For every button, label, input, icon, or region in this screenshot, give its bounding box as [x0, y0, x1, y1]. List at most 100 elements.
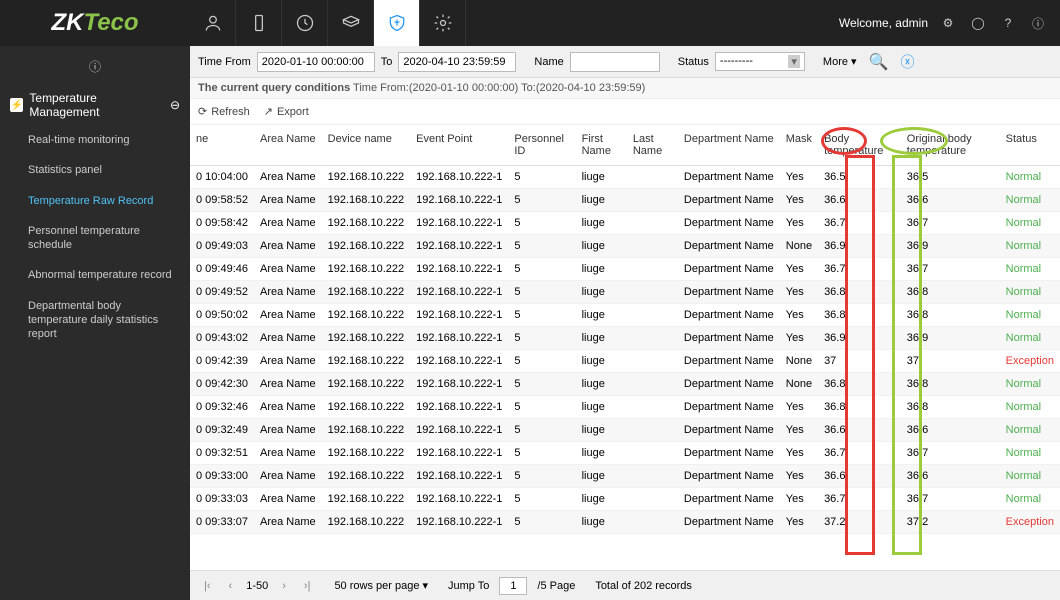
col-header-3[interactable]: Event Point: [410, 125, 508, 166]
cell: [627, 189, 678, 212]
cell: 5: [508, 304, 575, 327]
sidebar-collapse-icon[interactable]: ⓘ: [0, 54, 190, 85]
cell: None: [780, 350, 818, 373]
table-row[interactable]: 0 09:32:51Area Name192.168.10.222192.168…: [190, 442, 1060, 465]
table-row[interactable]: 0 09:49:52Area Name192.168.10.222192.168…: [190, 281, 1060, 304]
more-button[interactable]: More ▾: [823, 55, 857, 68]
cell: Normal: [1000, 166, 1060, 189]
next-page-button[interactable]: ›: [278, 580, 290, 592]
gear-icon[interactable]: ⚙: [938, 13, 958, 33]
cell: Yes: [780, 419, 818, 442]
rows-per-page-select[interactable]: 50 rows per page ▾: [334, 579, 428, 592]
cell: 192.168.10.222-1: [410, 235, 508, 258]
col-header-8[interactable]: Mask: [780, 125, 818, 166]
cell: 5: [508, 350, 575, 373]
cell: 5: [508, 189, 575, 212]
table-row[interactable]: 0 09:33:00Area Name192.168.10.222192.168…: [190, 465, 1060, 488]
col-header-9[interactable]: Body temperature: [818, 125, 901, 166]
cell: 192.168.10.222: [322, 488, 410, 511]
nav-shield-icon[interactable]: [374, 0, 420, 46]
cell: 36.8: [901, 304, 1000, 327]
clear-icon[interactable]: ⓧ: [900, 52, 914, 72]
prev-page-button[interactable]: ‹: [225, 580, 237, 592]
sidebar-item-4[interactable]: Abnormal temperature record: [0, 260, 190, 290]
user-icon[interactable]: ◯: [968, 13, 988, 33]
col-header-6[interactable]: Last Name: [627, 125, 678, 166]
cell: liuge: [576, 511, 627, 534]
page-range: 1-50: [246, 580, 268, 592]
table-row[interactable]: 0 09:49:03Area Name192.168.10.222192.168…: [190, 235, 1060, 258]
table-row[interactable]: 0 09:33:03Area Name192.168.10.222192.168…: [190, 488, 1060, 511]
first-page-button[interactable]: |‹: [200, 580, 215, 592]
sidebar-item-1[interactable]: Statistics panel: [0, 155, 190, 185]
cell: 36.9: [901, 235, 1000, 258]
table-container[interactable]: neArea NameDevice nameEvent PointPersonn…: [190, 125, 1060, 570]
collapse-toggle-icon[interactable]: ⊖: [170, 98, 180, 112]
cell: Department Name: [678, 442, 780, 465]
cell: 192.168.10.222-1: [410, 166, 508, 189]
sidebar-section-title[interactable]: ⚡ Temperature Management ⊖: [0, 85, 190, 125]
col-header-1[interactable]: Area Name: [254, 125, 322, 166]
col-header-5[interactable]: First Name: [576, 125, 627, 166]
cell: Yes: [780, 327, 818, 350]
jump-to-input[interactable]: [499, 577, 527, 595]
cell: 36.5: [818, 166, 901, 189]
cell: Department Name: [678, 258, 780, 281]
cell: liuge: [576, 327, 627, 350]
sidebar-item-2[interactable]: Temperature Raw Record: [0, 186, 190, 216]
col-header-0[interactable]: ne: [190, 125, 254, 166]
cell: 36.6: [818, 419, 901, 442]
status-select[interactable]: ---------▾: [715, 52, 805, 71]
table-row[interactable]: 0 09:58:52Area Name192.168.10.222192.168…: [190, 189, 1060, 212]
sidebar-item-3[interactable]: Personnel temperature schedule: [0, 216, 190, 261]
table-row[interactable]: 0 09:32:46Area Name192.168.10.222192.168…: [190, 396, 1060, 419]
table-row[interactable]: 0 09:42:39Area Name192.168.10.222192.168…: [190, 350, 1060, 373]
help-icon[interactable]: ?: [998, 13, 1018, 33]
nav-card-icon[interactable]: [328, 0, 374, 46]
refresh-button[interactable]: ⟳Refresh: [198, 105, 250, 118]
table-row[interactable]: 0 09:43:02Area Name192.168.10.222192.168…: [190, 327, 1060, 350]
cell: Normal: [1000, 465, 1060, 488]
col-header-4[interactable]: Personnel ID: [508, 125, 575, 166]
last-page-button[interactable]: ›|: [300, 580, 315, 592]
nav-personnel-icon[interactable]: [190, 0, 236, 46]
table-row[interactable]: 0 10:04:00Area Name192.168.10.222192.168…: [190, 166, 1060, 189]
info-icon[interactable]: ⓘ: [1028, 13, 1048, 33]
nav-device-icon[interactable]: [236, 0, 282, 46]
cell: [627, 235, 678, 258]
cell: 0 09:58:42: [190, 212, 254, 235]
cell: Department Name: [678, 511, 780, 534]
cell: 0 09:32:46: [190, 396, 254, 419]
col-header-7[interactable]: Department Name: [678, 125, 780, 166]
cell: Yes: [780, 488, 818, 511]
query-conditions: The current query conditions Time From:(…: [190, 78, 1060, 99]
col-header-2[interactable]: Device name: [322, 125, 410, 166]
table-row[interactable]: 0 09:32:49Area Name192.168.10.222192.168…: [190, 419, 1060, 442]
cell: liuge: [576, 442, 627, 465]
table-row[interactable]: 0 09:33:07Area Name192.168.10.222192.168…: [190, 511, 1060, 534]
col-header-10[interactable]: Original body temperature: [901, 125, 1000, 166]
table-row[interactable]: 0 09:58:42Area Name192.168.10.222192.168…: [190, 212, 1060, 235]
search-icon[interactable]: 🔍: [869, 52, 889, 72]
cell: 37.2: [901, 511, 1000, 534]
name-input[interactable]: [570, 52, 660, 72]
cell: 0 09:33:00: [190, 465, 254, 488]
cell: 192.168.10.222: [322, 212, 410, 235]
sidebar-item-5[interactable]: Departmental body temperature daily stat…: [0, 291, 190, 350]
cell: 0 09:49:46: [190, 258, 254, 281]
cell: Exception: [1000, 350, 1060, 373]
cell: 192.168.10.222: [322, 511, 410, 534]
nav-time-icon[interactable]: [282, 0, 328, 46]
table-row[interactable]: 0 09:49:46Area Name192.168.10.222192.168…: [190, 258, 1060, 281]
time-from-input[interactable]: [257, 52, 375, 72]
sidebar-item-0[interactable]: Real-time monitoring: [0, 125, 190, 155]
col-header-11[interactable]: Status: [1000, 125, 1060, 166]
cell: 36.6: [818, 465, 901, 488]
cell: 5: [508, 258, 575, 281]
cell: 0 10:04:00: [190, 166, 254, 189]
table-row[interactable]: 0 09:50:02Area Name192.168.10.222192.168…: [190, 304, 1060, 327]
table-row[interactable]: 0 09:42:30Area Name192.168.10.222192.168…: [190, 373, 1060, 396]
time-to-input[interactable]: [398, 52, 516, 72]
export-button[interactable]: ↗Export: [264, 105, 309, 118]
nav-settings-icon[interactable]: [420, 0, 466, 46]
